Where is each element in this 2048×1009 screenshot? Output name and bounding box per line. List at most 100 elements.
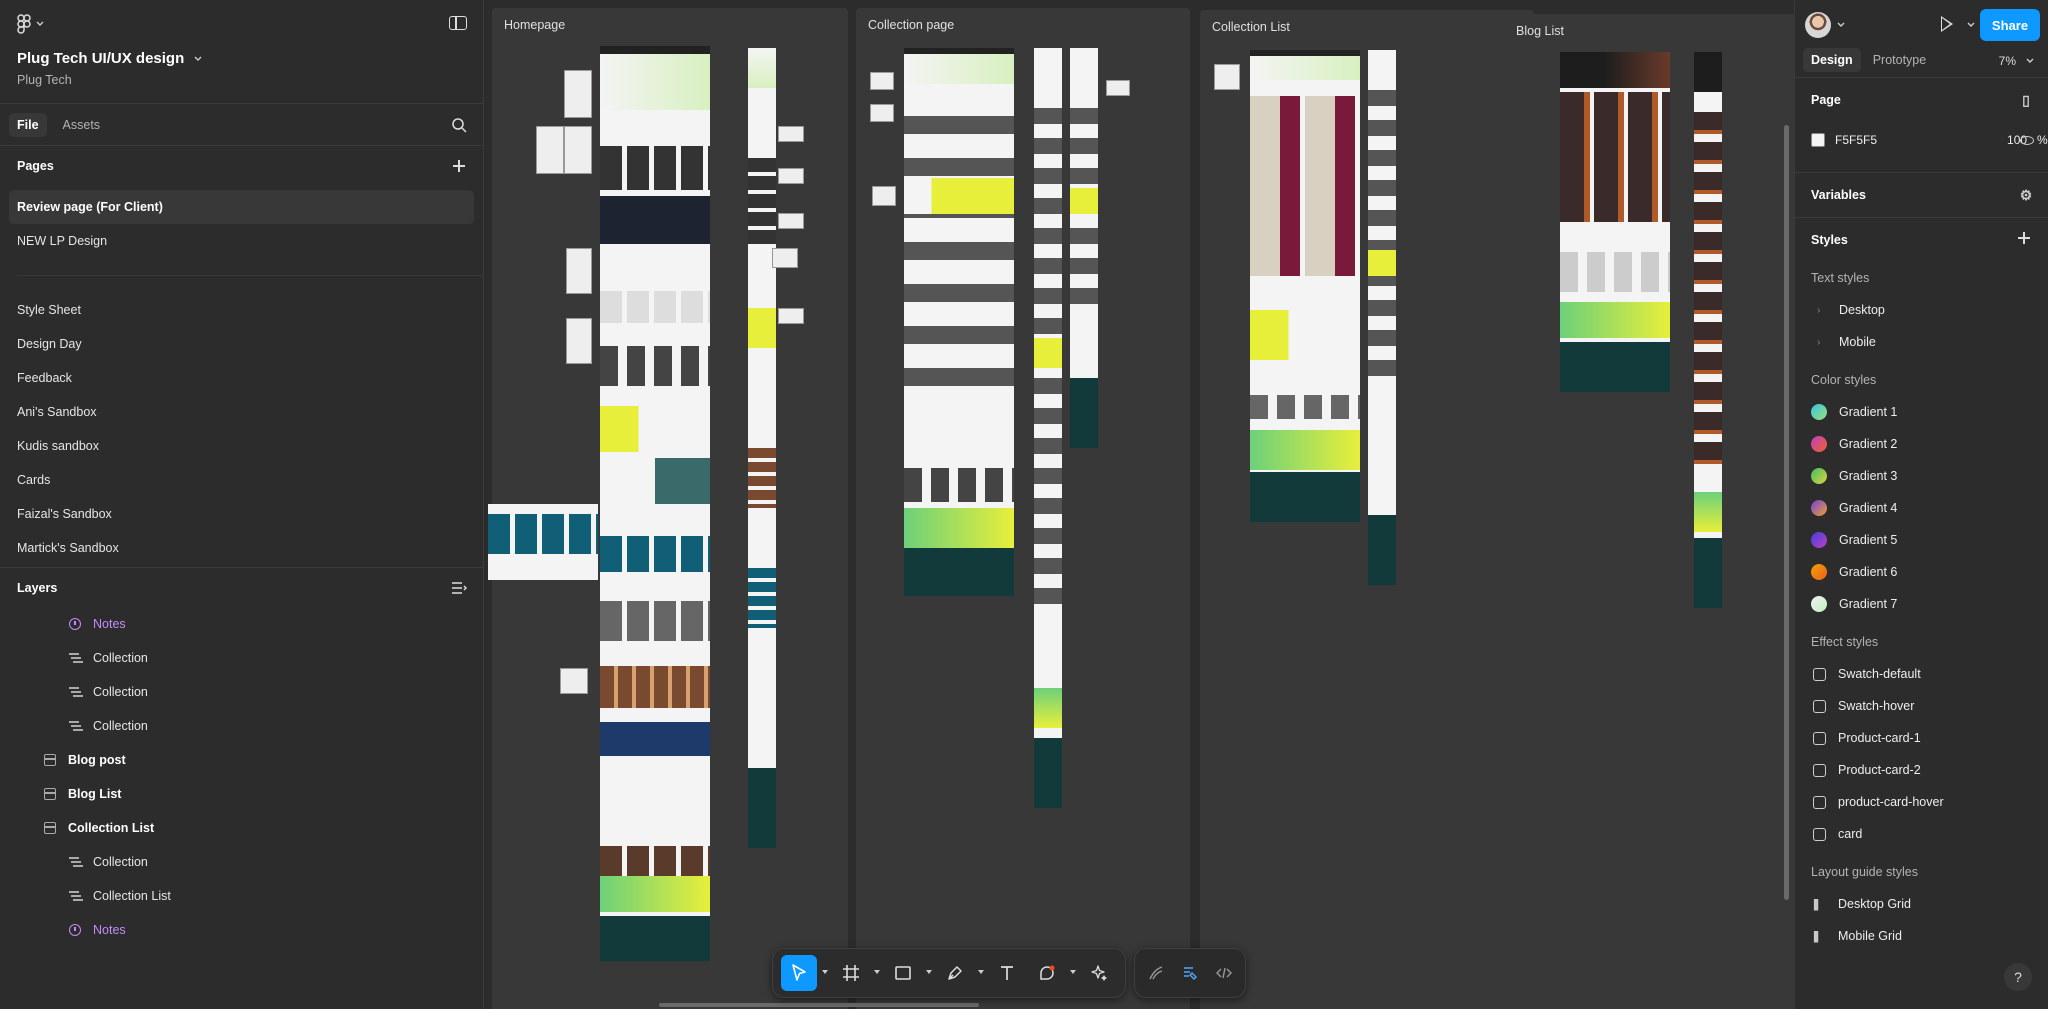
vertical-scrollbar[interactable]	[1784, 125, 1789, 900]
chevron-down-icon[interactable]	[873, 969, 881, 977]
page-item[interactable]: Kudis sandbox	[0, 429, 483, 463]
page-settings-icon[interactable]: ▯	[2018, 92, 2034, 108]
effect-style-item[interactable]: Product-card-2	[1795, 754, 2048, 786]
page-item[interactable]: Style Sheet	[0, 293, 483, 327]
desktop-page-frame[interactable]	[904, 48, 1014, 596]
zoom-control[interactable]: 7%	[1999, 54, 2034, 68]
desktop-page-frame[interactable]	[1250, 50, 1360, 522]
color-style-item[interactable]: Gradient 4	[1795, 492, 2048, 524]
color-style-item[interactable]: Gradient 1	[1795, 396, 2048, 428]
note-card[interactable]	[564, 126, 592, 174]
effect-style-item[interactable]: product-card-hover	[1795, 786, 2048, 818]
text-style-item[interactable]: › Mobile	[1795, 326, 2048, 358]
frame-tool-button[interactable]	[833, 955, 869, 991]
tab-assets[interactable]: Assets	[55, 113, 109, 137]
note-card[interactable]	[566, 248, 592, 294]
section-collection-page[interactable]: Collection page	[856, 8, 1190, 1009]
tab-file[interactable]: File	[9, 112, 47, 137]
collapse-layers-icon[interactable]	[451, 581, 467, 595]
note-card[interactable]	[870, 72, 894, 90]
draw-mode-button[interactable]	[1141, 958, 1171, 988]
horizontal-scrollbar[interactable]	[659, 1003, 979, 1007]
pen-tool-button[interactable]	[937, 955, 973, 991]
color-style-item[interactable]: Gradient 2	[1795, 428, 2048, 460]
mobile-page-frame[interactable]	[748, 48, 776, 848]
chevron-down-icon[interactable]	[1967, 22, 1975, 28]
user-avatar[interactable]	[1805, 12, 1831, 38]
chevron-down-icon[interactable]	[977, 969, 985, 977]
layer-row[interactable]: Blog post	[0, 743, 483, 777]
effect-style-item[interactable]: Swatch-hover	[1795, 690, 2048, 722]
search-icon[interactable]	[451, 117, 467, 133]
help-button[interactable]: ?	[2004, 963, 2032, 991]
move-tool-button[interactable]	[781, 955, 817, 991]
page-item[interactable]: Design Day	[0, 327, 483, 361]
section-homepage[interactable]: Homepage	[488, 8, 848, 1009]
note-card[interactable]	[772, 248, 798, 268]
mobile-page-frame[interactable]	[1070, 48, 1098, 448]
note-card[interactable]	[560, 668, 588, 694]
team-name[interactable]: Plug Tech	[17, 73, 72, 87]
bg-color-value[interactable]: F5F5F5	[1835, 133, 1877, 147]
tab-prototype[interactable]: Prototype	[1865, 48, 1935, 72]
desktop-page-frame[interactable]	[1560, 52, 1670, 392]
layer-row[interactable]: Collection List	[0, 879, 483, 913]
note-card[interactable]	[536, 126, 564, 174]
page-item[interactable]: Feedback	[0, 361, 483, 395]
desktop-page-frame[interactable]	[600, 46, 710, 961]
chevron-down-icon[interactable]	[1069, 969, 1077, 977]
add-page-icon[interactable]	[451, 158, 467, 174]
layer-row[interactable]: Collection	[0, 675, 483, 709]
design-canvas[interactable]: Homepage Collection page Collection List…	[484, 0, 1794, 1009]
page-item[interactable]: Faizal's Sandbox	[0, 497, 483, 531]
mobile-page-frame[interactable]	[1694, 52, 1722, 608]
section-collection-list[interactable]: Collection List	[1200, 10, 1534, 1009]
share-button[interactable]: Share	[1980, 9, 2040, 41]
main-menu-button[interactable]	[16, 14, 44, 34]
comment-tool-button[interactable]	[1029, 955, 1065, 991]
sliders-icon[interactable]: ⚙	[2018, 187, 2034, 203]
toggle-sidebar-icon[interactable]	[449, 16, 467, 30]
note-card[interactable]	[566, 318, 592, 364]
note-card[interactable]	[870, 104, 894, 122]
eye-icon[interactable]	[2020, 135, 2034, 145]
note-card[interactable]	[1106, 80, 1130, 96]
page-item[interactable]: NEW LP Design	[0, 224, 483, 258]
color-style-item[interactable]: Gradient 7	[1795, 588, 2048, 620]
note-card[interactable]	[778, 213, 804, 229]
actions-button[interactable]	[1081, 955, 1117, 991]
effect-style-item[interactable]: card	[1795, 818, 2048, 850]
background-variant-frame[interactable]	[488, 504, 598, 580]
effect-style-item[interactable]: Swatch-default	[1795, 658, 2048, 690]
color-style-item[interactable]: Gradient 5	[1795, 524, 2048, 556]
mobile-page-frame[interactable]	[1034, 48, 1062, 808]
layer-row[interactable]: Collection List	[0, 811, 483, 845]
layer-row[interactable]: Collection	[0, 845, 483, 879]
layer-row[interactable]: Notes	[0, 913, 483, 947]
chevron-down-icon[interactable]	[1837, 22, 1845, 28]
color-swatch[interactable]	[1811, 133, 1825, 147]
layer-row[interactable]: Blog List	[0, 777, 483, 811]
page-item[interactable]: Ani's Sandbox	[0, 395, 483, 429]
effect-style-item[interactable]: Product-card-1	[1795, 722, 2048, 754]
text-tool-button[interactable]	[989, 955, 1025, 991]
variables-heading-row[interactable]: Variables ⚙	[1795, 173, 2048, 217]
layout-guide-item[interactable]: ||| Mobile Grid	[1795, 920, 2048, 952]
layer-row[interactable]: Notes	[0, 607, 483, 641]
layout-guide-item[interactable]: ||| Desktop Grid	[1795, 888, 2048, 920]
note-card[interactable]	[1214, 64, 1240, 90]
chevron-down-icon[interactable]	[821, 969, 829, 977]
layer-row[interactable]: Collection	[0, 709, 483, 743]
page-background-row[interactable]: F5F5F5 100 %	[1795, 122, 2048, 158]
note-card[interactable]	[778, 308, 804, 324]
section-blog-list[interactable]: Blog List	[1504, 14, 1794, 1009]
chevron-down-icon[interactable]	[925, 969, 933, 977]
file-title[interactable]: Plug Tech UI/UX design	[17, 50, 202, 67]
shape-tool-button[interactable]	[885, 955, 921, 991]
present-play-icon[interactable]	[1941, 16, 1953, 32]
tab-design[interactable]: Design	[1803, 48, 1861, 72]
color-style-item[interactable]: Gradient 6	[1795, 556, 2048, 588]
color-style-item[interactable]: Gradient 3	[1795, 460, 2048, 492]
note-card[interactable]	[872, 186, 896, 206]
dev-mode-button[interactable]	[1209, 958, 1239, 988]
